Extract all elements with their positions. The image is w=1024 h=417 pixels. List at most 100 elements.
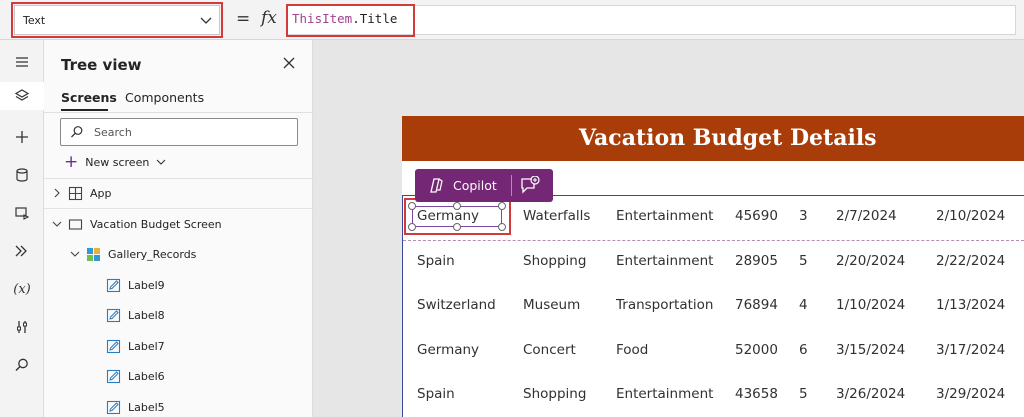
variables-icon[interactable]: (x)	[8, 275, 36, 303]
comment-add-icon[interactable]	[519, 176, 541, 196]
property-dropdown[interactable]: Text	[11, 2, 223, 38]
resize-handle[interactable]	[498, 223, 506, 231]
cell-end-date[interactable]: 3/17/2024	[936, 342, 1005, 358]
variables-label: (x)	[13, 281, 31, 297]
chevron-down-icon	[70, 251, 80, 257]
cell-activity[interactable]: Concert	[523, 342, 576, 358]
tree-node-label: Label7	[128, 339, 165, 353]
formula-bar: Text = fx ThisItem.Title	[0, 0, 1024, 40]
tools-icon[interactable]	[8, 313, 36, 341]
cell-end-date[interactable]: 1/13/2024	[936, 297, 1005, 313]
tree-node-app[interactable]: App	[52, 182, 112, 204]
cell-end-date[interactable]: 2/10/2024	[936, 208, 1005, 224]
cell-days[interactable]: 3	[799, 208, 808, 224]
resize-handle[interactable]	[453, 202, 461, 210]
cell-start-date[interactable]: 2/20/2024	[836, 253, 905, 269]
tree-node-label: App	[90, 186, 112, 200]
tree-view-panel: Tree view Screens Components + New scree…	[44, 40, 313, 417]
resize-handle[interactable]	[408, 202, 416, 210]
cell-start-date[interactable]: 1/10/2024	[836, 297, 905, 313]
cell-country[interactable]: Germany	[417, 342, 479, 358]
cell-category[interactable]: Entertainment	[616, 253, 713, 269]
toolbar-separator	[511, 175, 512, 196]
left-rail: (x)	[0, 40, 44, 417]
cell-budget[interactable]: 28905	[735, 253, 778, 269]
tree-node-label8[interactable]: Label8	[106, 304, 165, 326]
tree-node-label: Label6	[128, 369, 165, 383]
label-edit-icon	[106, 369, 121, 384]
label-edit-icon	[106, 308, 121, 323]
new-screen-label: New screen	[85, 155, 150, 169]
search-icon[interactable]	[8, 351, 36, 379]
copilot-toolbar: Copilot	[415, 169, 553, 202]
copilot-button[interactable]: Copilot	[415, 169, 511, 202]
tree-node-label7[interactable]: Label7	[106, 335, 165, 357]
label-edit-icon	[106, 400, 121, 415]
insert-icon[interactable]	[8, 123, 36, 151]
cell-budget[interactable]: 45690	[735, 208, 778, 224]
tab-screens[interactable]: Screens	[61, 90, 117, 105]
tab-components[interactable]: Components	[125, 90, 204, 105]
tree-node-label: Label8	[128, 308, 165, 322]
cell-category[interactable]: Entertainment	[616, 386, 713, 402]
tree-node-label: Vacation Budget Screen	[90, 217, 222, 231]
tree-view-title: Tree view	[61, 56, 142, 74]
cell-days[interactable]: 5	[799, 253, 808, 269]
fx-icon[interactable]: fx	[261, 8, 277, 28]
formula-keyword: ThisItem	[292, 11, 353, 26]
cell-days[interactable]: 4	[799, 297, 808, 313]
resize-handle[interactable]	[498, 202, 506, 210]
cell-end-date[interactable]: 2/22/2024	[936, 253, 1005, 269]
formula-property: Title	[359, 11, 398, 26]
cell-start-date[interactable]: 2/7/2024	[836, 208, 897, 224]
close-icon[interactable]	[282, 56, 296, 70]
equals-sign: =	[236, 9, 251, 29]
search-box	[60, 118, 298, 146]
screen-icon	[68, 217, 83, 232]
layers-icon[interactable]	[0, 82, 44, 110]
label-edit-icon	[106, 278, 121, 293]
cell-end-date[interactable]: 3/29/2024	[936, 386, 1005, 402]
resize-handle[interactable]	[453, 223, 461, 231]
cell-activity[interactable]: Waterfalls	[523, 208, 590, 224]
resize-handle[interactable]	[408, 223, 416, 231]
cell-activity[interactable]: Shopping	[523, 386, 586, 402]
cell-start-date[interactable]: 3/15/2024	[836, 342, 905, 358]
chevron-down-icon	[200, 17, 212, 24]
cell-budget[interactable]: 52000	[735, 342, 778, 358]
cell-category[interactable]: Food	[616, 342, 648, 358]
tree-node-label6[interactable]: Label6	[106, 365, 165, 387]
cell-days[interactable]: 5	[799, 386, 808, 402]
cell-category[interactable]: Entertainment	[616, 208, 713, 224]
cell-start-date[interactable]: 3/26/2024	[836, 386, 905, 402]
cell-activity[interactable]: Museum	[523, 297, 580, 313]
copilot-label: Copilot	[453, 178, 497, 193]
tree-node-label9[interactable]: Label9	[106, 274, 165, 296]
cell-category[interactable]: Transportation	[616, 297, 713, 313]
power-automate-icon[interactable]	[8, 237, 36, 265]
app-title[interactable]: Vacation Budget Details	[402, 116, 1024, 161]
cell-country[interactable]: Switzerland	[417, 297, 496, 313]
tree-node-label: Gallery_Records	[108, 247, 197, 261]
tabs-divider	[44, 112, 313, 113]
search-input[interactable]	[94, 124, 284, 140]
data-icon[interactable]	[8, 161, 36, 189]
search-icon	[71, 126, 83, 138]
new-screen-button[interactable]: + New screen	[64, 153, 166, 171]
gallery-row-divider	[403, 240, 1024, 241]
cell-country[interactable]: Spain	[417, 386, 455, 402]
tree-node-screen[interactable]: Vacation Budget Screen	[52, 213, 222, 235]
tree-node-label: Label9	[128, 278, 165, 292]
formula-text[interactable]: ThisItem.Title	[292, 11, 397, 26]
menu-icon[interactable]	[8, 48, 36, 76]
chevron-right-icon	[54, 188, 60, 198]
cell-budget[interactable]: 76894	[735, 297, 778, 313]
media-icon[interactable]	[8, 199, 36, 227]
gallery-icon	[86, 247, 101, 262]
cell-activity[interactable]: Shopping	[523, 253, 586, 269]
tree-node-label5[interactable]: Label5	[106, 396, 165, 417]
tree-node-gallery[interactable]: Gallery_Records	[70, 243, 196, 265]
cell-budget[interactable]: 43658	[735, 386, 778, 402]
cell-country[interactable]: Spain	[417, 253, 455, 269]
cell-days[interactable]: 6	[799, 342, 808, 358]
